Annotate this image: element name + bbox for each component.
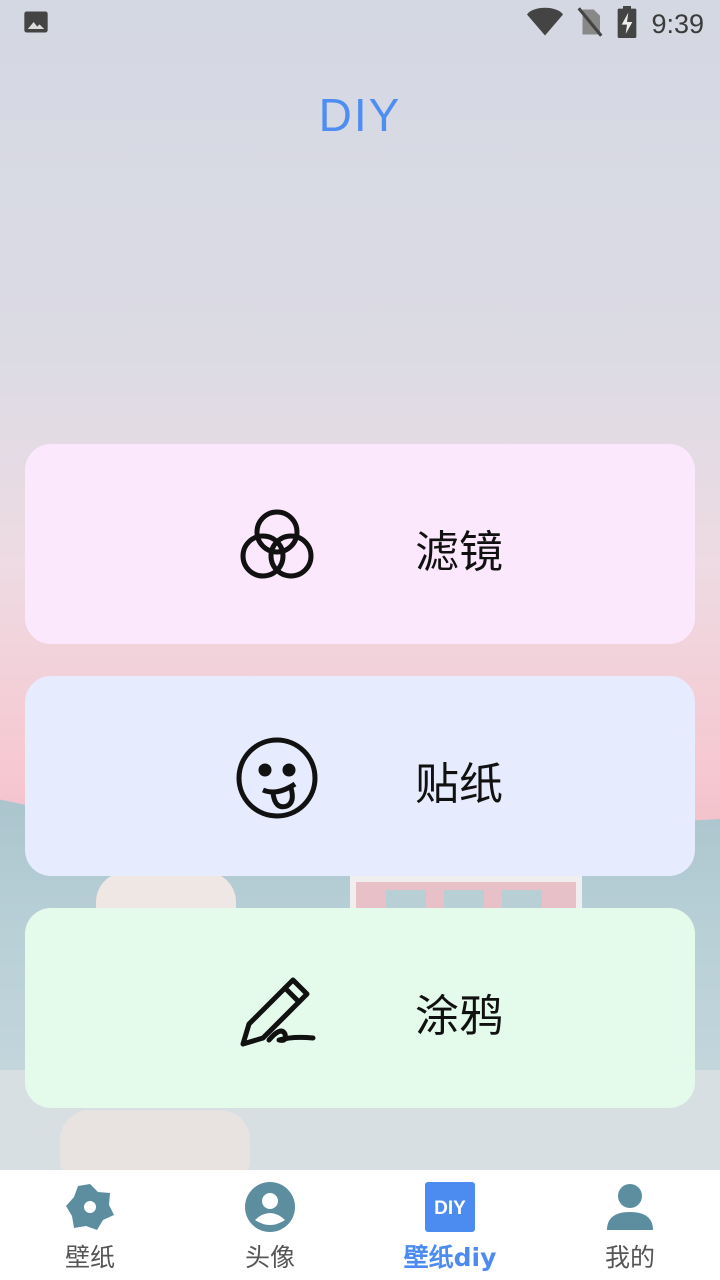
diy-badge-text: DIY <box>434 1198 466 1219</box>
status-bar: 9:39 <box>0 0 720 48</box>
filter-card[interactable]: 滤镜 <box>25 444 695 644</box>
nav-item-diy[interactable]: DIY 壁纸diy <box>360 1170 540 1280</box>
filter-circles-icon <box>233 502 321 590</box>
image-icon <box>22 8 50 40</box>
tongue-face-icon <box>233 734 321 822</box>
status-time: 9:39 <box>651 8 704 39</box>
diy-badge-icon: DIY <box>425 1182 475 1232</box>
background-figure-body <box>96 872 236 912</box>
nav-label: 壁纸 <box>64 1243 115 1272</box>
sticker-card[interactable]: 贴纸 <box>25 676 695 876</box>
nav-label: 我的 <box>604 1243 655 1272</box>
pen-scribble-icon <box>233 966 321 1054</box>
page-title: DIY <box>318 89 402 141</box>
nav-item-wallpaper[interactable]: 壁纸 <box>0 1170 180 1280</box>
wifi-icon <box>527 7 564 41</box>
door-window <box>386 890 426 908</box>
no-sim-icon <box>577 7 603 41</box>
wallpaper-flower-icon <box>65 1182 115 1232</box>
sticker-label: 贴纸 <box>415 759 503 810</box>
nav-label: 壁纸diy <box>403 1243 497 1272</box>
doodle-card[interactable]: 涂鸦 <box>25 908 695 1108</box>
avatar-circle-icon <box>245 1182 295 1232</box>
battery-charging-icon <box>617 6 637 42</box>
filter-label: 滤镜 <box>415 527 503 578</box>
door-window <box>502 890 542 908</box>
nav-item-mine[interactable]: 我的 <box>540 1170 720 1280</box>
status-right: 9:39 <box>527 6 704 42</box>
door-window <box>444 890 484 908</box>
doodle-label: 涂鸦 <box>415 991 503 1042</box>
background-figure-boots <box>60 1110 250 1170</box>
person-icon <box>605 1182 655 1232</box>
nav-label: 头像 <box>244 1243 295 1272</box>
nav-item-avatar[interactable]: 头像 <box>180 1170 360 1280</box>
bottom-nav: 壁纸 头像 DIY 壁纸diy 我的 <box>0 1170 720 1280</box>
